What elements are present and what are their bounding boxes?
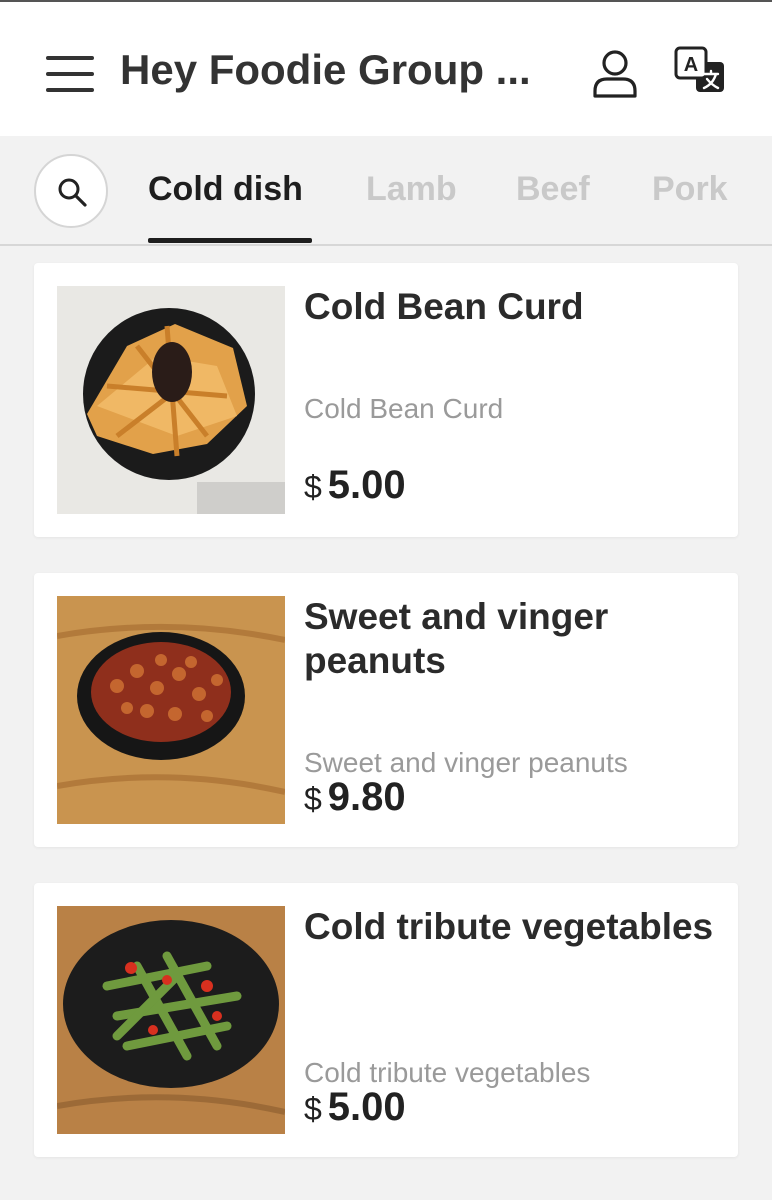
dish-name: Cold Bean Curd: [304, 286, 584, 327]
dish-description: Cold Bean Curd: [304, 393, 504, 424]
dish-price: $5.00: [304, 463, 406, 508]
tab-pork[interactable]: Pork: [652, 170, 728, 209]
tab-cold-dish[interactable]: Cold dish: [148, 170, 303, 209]
dish-price: $5.00: [304, 1085, 406, 1130]
currency-symbol: $: [304, 1091, 322, 1127]
dish-name: Sweet and vinger peanuts: [304, 596, 609, 681]
dish-card[interactable]: Sweet and vinger peanuts Sweet and vinge…: [34, 573, 738, 847]
price-value: 9.80: [327, 775, 406, 819]
menu-button[interactable]: [44, 54, 96, 98]
dish-price: $9.80: [304, 775, 406, 820]
user-profile-button[interactable]: [588, 46, 642, 100]
price-value: 5.00: [327, 1085, 406, 1129]
dish-card[interactable]: Cold tribute vegetables Cold tribute veg…: [34, 883, 738, 1157]
price-value: 5.00: [327, 463, 406, 507]
language-button[interactable]: A: [672, 44, 728, 100]
tab-beef[interactable]: Beef: [516, 170, 590, 209]
translate-icon: A: [674, 46, 724, 92]
dish-image: [57, 286, 285, 514]
category-tab-bar: Cold dish Lamb Beef Pork: [0, 136, 772, 246]
dish-name: Cold tribute vegetables: [304, 906, 714, 947]
dish-image: [57, 596, 285, 824]
user-profile-icon: [593, 50, 637, 98]
tab-lamb[interactable]: Lamb: [366, 170, 457, 209]
page-title: Hey Foodie Group ...: [120, 46, 531, 93]
currency-symbol: $: [304, 469, 322, 505]
search-button[interactable]: [34, 154, 108, 228]
search-icon: [58, 178, 87, 207]
app-header: Hey Foodie Group ... A: [0, 2, 772, 136]
dish-card[interactable]: Cold Bean Curd Cold Bean Curd $5.00: [34, 263, 738, 537]
active-tab-indicator: [148, 238, 312, 243]
svg-text:A: A: [684, 54, 698, 76]
dish-image: [57, 906, 285, 1134]
hamburger-menu-icon: [46, 56, 94, 60]
currency-symbol: $: [304, 781, 322, 817]
